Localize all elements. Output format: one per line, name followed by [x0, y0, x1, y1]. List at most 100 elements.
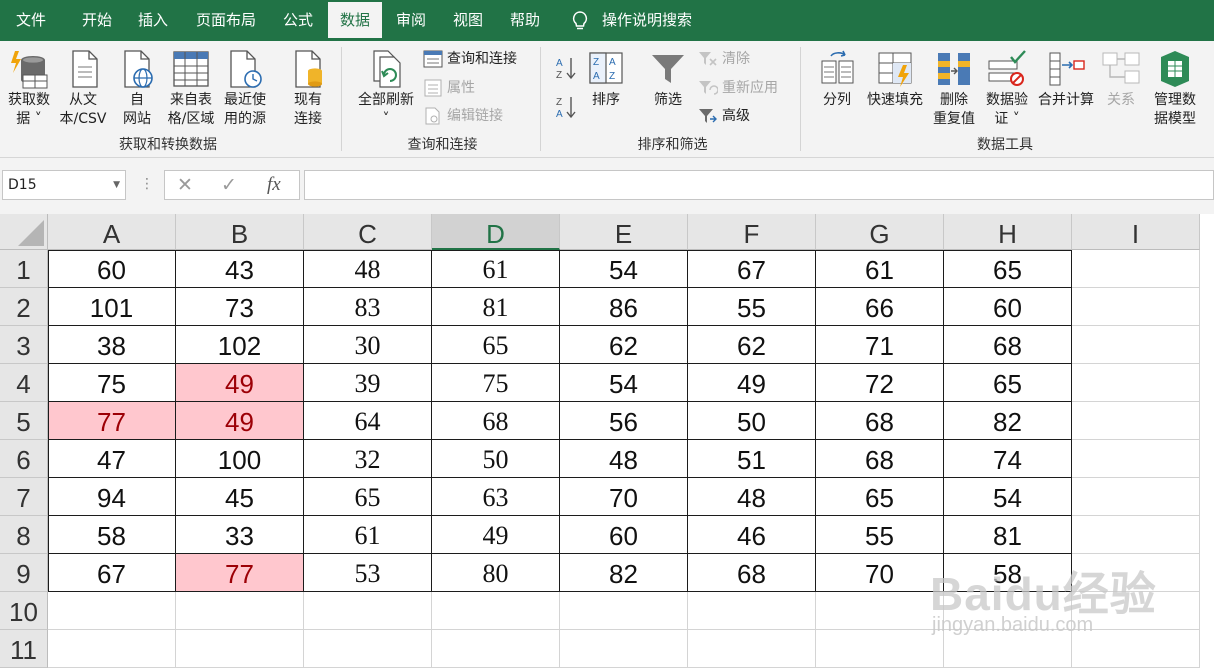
- from-table-range-button[interactable]: 来自表 格/区域: [164, 41, 218, 133]
- cell-g5[interactable]: 68: [816, 402, 944, 440]
- cell-g2[interactable]: 66: [816, 288, 944, 326]
- column-header-h[interactable]: H: [944, 214, 1072, 250]
- cell-d6[interactable]: 50: [432, 440, 560, 478]
- cell-d8[interactable]: 49: [432, 516, 560, 554]
- cell-b5[interactable]: 49: [176, 402, 304, 440]
- cell-d10[interactable]: [432, 592, 560, 630]
- cell-i7[interactable]: [1072, 478, 1200, 516]
- cell-d4[interactable]: 75: [432, 364, 560, 402]
- enter-icon[interactable]: ✓: [221, 174, 237, 196]
- cell-a2[interactable]: 101: [48, 288, 176, 326]
- row-header-1[interactable]: 1: [0, 250, 48, 288]
- name-box[interactable]: D15 ▼: [2, 170, 126, 200]
- cell-c1[interactable]: 48: [304, 250, 432, 288]
- cell-h4[interactable]: 65: [944, 364, 1072, 402]
- cell-a5[interactable]: 77: [48, 402, 176, 440]
- cell-b3[interactable]: 102: [176, 326, 304, 364]
- cell-f8[interactable]: 46: [688, 516, 816, 554]
- tab-page-layout[interactable]: 页面布局: [186, 0, 266, 41]
- cell-g4[interactable]: 72: [816, 364, 944, 402]
- cell-e5[interactable]: 56: [560, 402, 688, 440]
- cell-c2[interactable]: 83: [304, 288, 432, 326]
- column-header-d[interactable]: D: [432, 214, 560, 250]
- remove-duplicates-button[interactable]: 删除 重复值: [928, 41, 980, 133]
- cell-h5[interactable]: 82: [944, 402, 1072, 440]
- tab-file[interactable]: 文件: [0, 0, 62, 41]
- cell-b9[interactable]: 77: [176, 554, 304, 592]
- cell-b8[interactable]: 33: [176, 516, 304, 554]
- cell-i10[interactable]: [1072, 592, 1200, 630]
- tell-me-search[interactable]: 操作说明搜索: [602, 0, 692, 41]
- cell-e3[interactable]: 62: [560, 326, 688, 364]
- cell-i3[interactable]: [1072, 326, 1200, 364]
- cell-i6[interactable]: [1072, 440, 1200, 478]
- column-header-b[interactable]: B: [176, 214, 304, 250]
- cell-a6[interactable]: 47: [48, 440, 176, 478]
- cell-g9[interactable]: 70: [816, 554, 944, 592]
- cell-h11[interactable]: [944, 630, 1072, 668]
- column-header-i[interactable]: I: [1072, 214, 1200, 250]
- cell-b1[interactable]: 43: [176, 250, 304, 288]
- row-header-8[interactable]: 8: [0, 516, 48, 554]
- cell-f11[interactable]: [688, 630, 816, 668]
- cell-e6[interactable]: 48: [560, 440, 688, 478]
- cell-c10[interactable]: [304, 592, 432, 630]
- cell-g10[interactable]: [816, 592, 944, 630]
- cell-d7[interactable]: 63: [432, 478, 560, 516]
- cell-f7[interactable]: 48: [688, 478, 816, 516]
- cell-b2[interactable]: 73: [176, 288, 304, 326]
- cell-b10[interactable]: [176, 592, 304, 630]
- formula-input[interactable]: [304, 170, 1214, 200]
- cell-h1[interactable]: 65: [944, 250, 1072, 288]
- cell-c7[interactable]: 65: [304, 478, 432, 516]
- column-header-a[interactable]: A: [48, 214, 176, 250]
- cell-h10[interactable]: [944, 592, 1072, 630]
- tab-home[interactable]: 开始: [70, 0, 124, 41]
- cell-f10[interactable]: [688, 592, 816, 630]
- column-header-e[interactable]: E: [560, 214, 688, 250]
- cell-i1[interactable]: [1072, 250, 1200, 288]
- cell-b6[interactable]: 100: [176, 440, 304, 478]
- cell-g7[interactable]: 65: [816, 478, 944, 516]
- cell-a4[interactable]: 75: [48, 364, 176, 402]
- cell-c8[interactable]: 61: [304, 516, 432, 554]
- cell-c5[interactable]: 64: [304, 402, 432, 440]
- text-to-columns-button[interactable]: 分列: [812, 41, 862, 133]
- cell-e10[interactable]: [560, 592, 688, 630]
- manage-data-model-button[interactable]: 管理数 据模型: [1148, 41, 1202, 133]
- cell-f4[interactable]: 49: [688, 364, 816, 402]
- tab-formulas[interactable]: 公式: [272, 0, 324, 41]
- column-header-g[interactable]: G: [816, 214, 944, 250]
- row-header-4[interactable]: 4: [0, 364, 48, 402]
- cell-i8[interactable]: [1072, 516, 1200, 554]
- cell-g8[interactable]: 55: [816, 516, 944, 554]
- cell-d2[interactable]: 81: [432, 288, 560, 326]
- cell-h9[interactable]: 58: [944, 554, 1072, 592]
- cell-f3[interactable]: 62: [688, 326, 816, 364]
- row-header-2[interactable]: 2: [0, 288, 48, 326]
- cell-g1[interactable]: 61: [816, 250, 944, 288]
- insert-function-icon[interactable]: fx: [267, 174, 281, 196]
- cell-f5[interactable]: 50: [688, 402, 816, 440]
- row-header-9[interactable]: 9: [0, 554, 48, 592]
- cell-d9[interactable]: 80: [432, 554, 560, 592]
- cell-g3[interactable]: 71: [816, 326, 944, 364]
- column-header-c[interactable]: C: [304, 214, 432, 250]
- cell-e11[interactable]: [560, 630, 688, 668]
- cell-e1[interactable]: 54: [560, 250, 688, 288]
- filter-button[interactable]: 筛选: [645, 41, 691, 133]
- tab-help[interactable]: 帮助: [498, 0, 552, 41]
- tab-data[interactable]: 数据: [328, 2, 382, 41]
- cell-b7[interactable]: 45: [176, 478, 304, 516]
- cell-i5[interactable]: [1072, 402, 1200, 440]
- select-all-corner[interactable]: [0, 214, 48, 250]
- cell-g6[interactable]: 68: [816, 440, 944, 478]
- sort-descending-icon[interactable]: Z A: [555, 94, 577, 120]
- cell-h3[interactable]: 68: [944, 326, 1072, 364]
- row-header-7[interactable]: 7: [0, 478, 48, 516]
- cell-a3[interactable]: 38: [48, 326, 176, 364]
- from-text-csv-button[interactable]: 从文 本/CSV: [56, 41, 110, 133]
- row-header-6[interactable]: 6: [0, 440, 48, 478]
- flash-fill-button[interactable]: 快速填充: [862, 41, 928, 133]
- recent-sources-button[interactable]: 最近使 用的源: [218, 41, 272, 133]
